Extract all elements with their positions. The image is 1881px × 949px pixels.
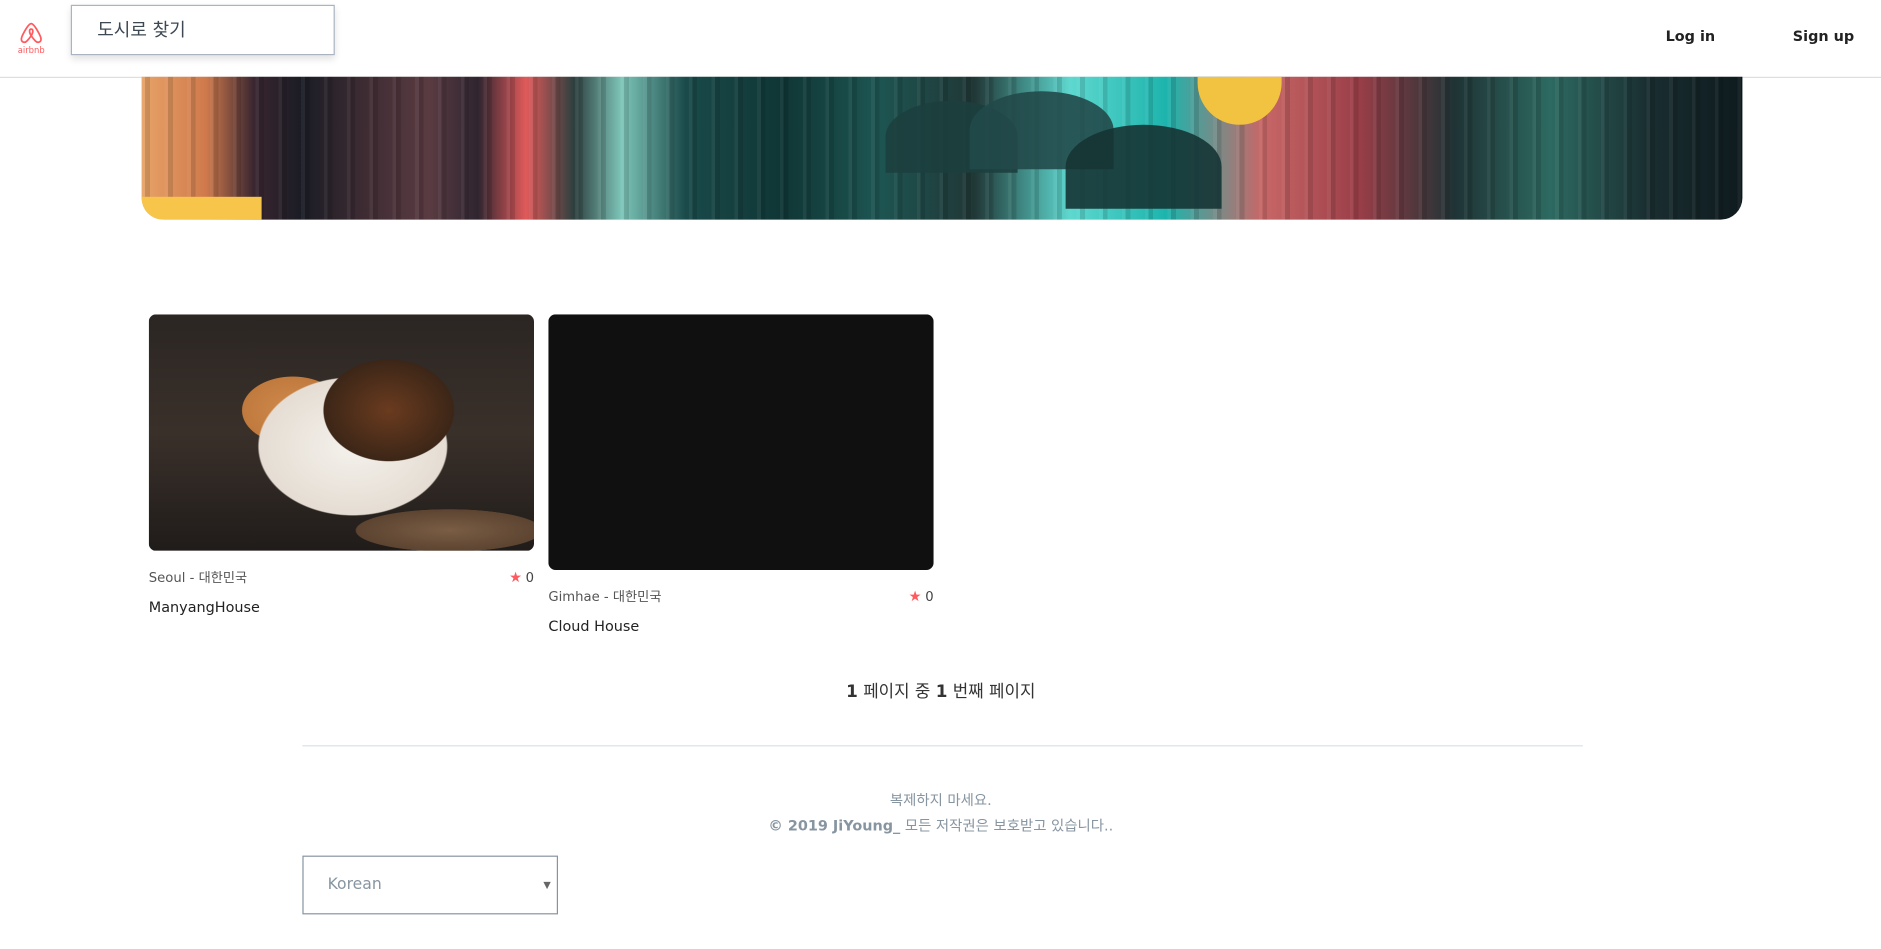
language-select-value: Korean [327, 876, 382, 895]
room-name[interactable]: ManyangHouse [149, 599, 534, 616]
banner-umbrella [1065, 124, 1222, 209]
chevron-down-icon: ▼ [543, 879, 551, 891]
city-search-input[interactable] [72, 6, 334, 55]
rating-value: 0 [925, 588, 934, 605]
current-page: 1 [935, 682, 948, 702]
star-icon: ★ [509, 568, 522, 586]
room-rating: ★ 0 [909, 589, 934, 605]
footer-divider [302, 745, 1583, 747]
page: airbnb Log in Sign up Seoul - 대한민국 ★ 0 M… [0, 0, 1881, 949]
rating-value: 0 [525, 569, 534, 585]
pagination-text: 1 페이지 중 1 번째 페이지 [0, 679, 1881, 703]
room-meta: Seoul - 대한민국 ★ 0 [149, 568, 534, 587]
star-icon: ★ [908, 588, 922, 605]
room-photo[interactable] [148, 314, 535, 551]
copyright-rest: 모든 저작권은 보호받고 있습니다.. [904, 817, 1114, 835]
room-card[interactable]: Seoul - 대한민국 ★ 0 ManyangHouse [148, 314, 535, 616]
copyright-owner: © 2019 JiYoung_ [768, 817, 901, 835]
airbnb-logo-icon [20, 22, 42, 44]
search-box [70, 4, 335, 56]
login-link[interactable]: Log in [1666, 28, 1716, 45]
room-meta: Gimhae - 대한민국 ★ 0 [548, 587, 933, 606]
footer: 복제하지 마세요. © 2019 JiYoung_ 모든 저작권은 보호받고 있… [0, 788, 1881, 838]
language-select[interactable]: Korean ▼ [302, 855, 558, 915]
pagination-middle: 페이지 중 [863, 682, 931, 702]
total-pages: 1 [846, 682, 858, 702]
room-rating: ★ 0 [509, 569, 534, 585]
logo-text: airbnb [17, 45, 45, 56]
footer-copyright: © 2019 JiYoung_ 모든 저작권은 보호받고 있습니다.. [0, 814, 1881, 839]
footer-notice: 복제하지 마세요. [889, 792, 992, 809]
signup-link[interactable]: Sign up [1793, 28, 1854, 45]
room-card[interactable]: Gimhae - 대한민국 ★ 0 Cloud House [548, 314, 934, 635]
hero-banner-image [141, 76, 1743, 220]
pagination-suffix: 번째 페이지 [952, 682, 1036, 702]
room-photo[interactable] [548, 314, 934, 570]
airbnb-logo[interactable]: airbnb [16, 20, 47, 56]
top-nav-bar: airbnb Log in Sign up [0, 0, 1881, 78]
room-name[interactable]: Cloud House [548, 618, 933, 635]
banner-sign [141, 196, 262, 220]
room-location: Seoul - 대한민국 [148, 570, 248, 586]
room-location: Gimhae - 대한민국 [548, 589, 662, 605]
